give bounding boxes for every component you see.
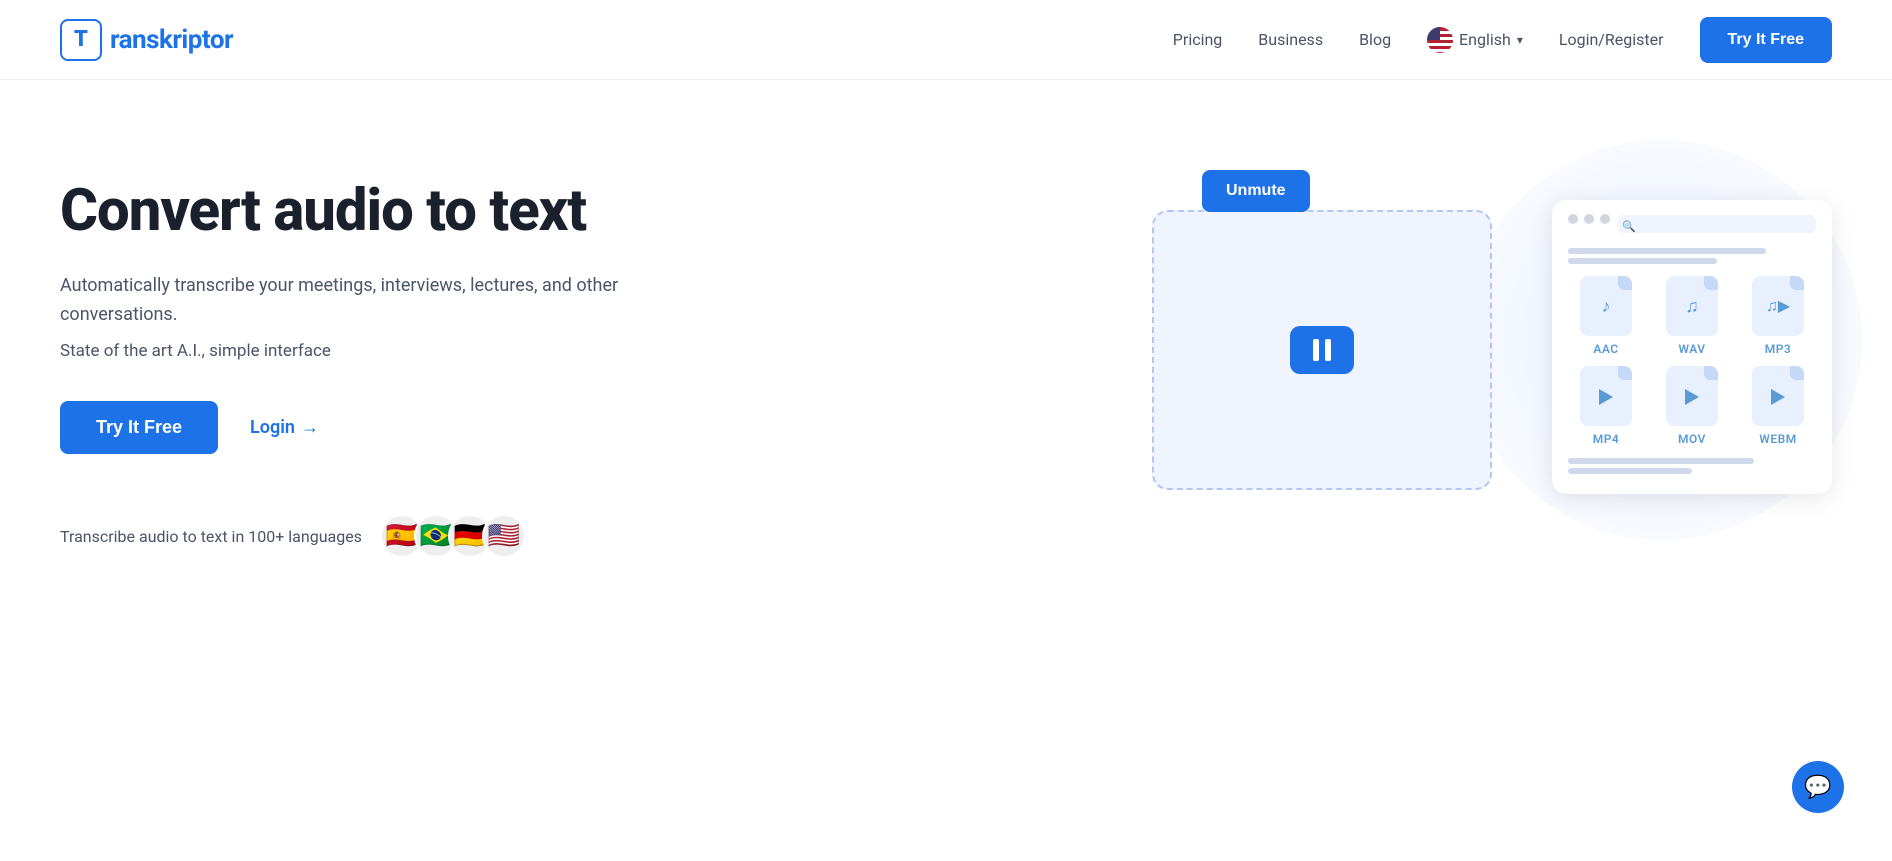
nav-links: Pricing Business Blog English ▾ Login/Re… (1173, 17, 1832, 63)
hero-title: Convert audio to text (60, 180, 680, 244)
nav-login-register[interactable]: Login/Register (1559, 30, 1664, 49)
nav-business[interactable]: Business (1258, 30, 1323, 49)
hero-section: Convert audio to text Automatically tran… (0, 80, 1892, 640)
flag-us-icon (1427, 27, 1453, 53)
hero-illustration: Unmute 🔍 (1152, 160, 1832, 580)
hero-languages: Transcribe audio to text in 100+ languag… (60, 514, 680, 558)
pause-bar-right (1325, 339, 1331, 361)
hero-content-left: Convert audio to text Automatically tran… (60, 160, 680, 558)
file-wav: ♫ WAV (1654, 276, 1730, 356)
unmute-button[interactable]: Unmute (1202, 170, 1310, 212)
language-selector[interactable]: English ▾ (1427, 27, 1523, 53)
file-icon-mp3: ♫▶ (1752, 276, 1804, 336)
file-webm: WEBM (1740, 366, 1816, 446)
logo-icon: T (60, 19, 102, 61)
file-icon-aac: ♪ (1580, 276, 1632, 336)
file-mp3: ♫▶ MP3 (1740, 276, 1816, 356)
file-icon-mov (1666, 366, 1718, 426)
dot-2 (1584, 214, 1594, 224)
file-aac: ♪ AAC (1568, 276, 1644, 356)
chat-bubble-button[interactable]: 💬 (1792, 761, 1844, 813)
audio-note-icon-3: ♫▶ (1766, 296, 1790, 316)
flags-group: 🇪🇸 🇧🇷 🇩🇪 🇺🇸 (380, 514, 526, 558)
nav-blog[interactable]: Blog (1359, 30, 1391, 49)
chevron-down-icon: ▾ (1517, 33, 1523, 47)
languages-text: Transcribe audio to text in 100+ languag… (60, 527, 362, 546)
file-label-webm: WEBM (1759, 432, 1796, 446)
chat-icon: 💬 (1804, 775, 1831, 800)
browser-top-bar: 🔍 (1568, 214, 1816, 234)
file-icon-mp4 (1580, 366, 1632, 426)
audio-note-icon-2: ♫ (1685, 296, 1699, 317)
nav-pricing[interactable]: Pricing (1173, 30, 1223, 49)
file-label-mov: MOV (1678, 432, 1706, 446)
browser-address-bar: 🔍 (1618, 215, 1816, 233)
hero-try-free-button[interactable]: Try It Free (60, 401, 218, 454)
file-mov: MOV (1654, 366, 1730, 446)
play-icon-mov (1685, 389, 1699, 405)
pause-bar-left (1313, 339, 1319, 361)
logo-text: ranskriptor (110, 25, 233, 55)
pause-button[interactable] (1290, 326, 1354, 374)
file-label-mp3: MP3 (1765, 342, 1792, 356)
files-grid: ♪ AAC ♫ WAV ♫▶ MP3 (1568, 276, 1816, 446)
arrow-icon: → (301, 417, 319, 438)
search-icon: 🔍 (1622, 220, 1636, 233)
file-label-mp4: MP4 (1593, 432, 1620, 446)
file-label-wav: WAV (1678, 342, 1705, 356)
play-icon-webm (1771, 389, 1785, 405)
text-line-2 (1568, 258, 1717, 264)
text-line-4 (1568, 468, 1692, 474)
text-line-3 (1568, 458, 1754, 464)
file-icon-wav: ♫ (1666, 276, 1718, 336)
hero-login-link[interactable]: Login → (250, 417, 319, 438)
files-card: 🔍 ♪ AAC ♫ (1552, 200, 1832, 494)
text-lines-bottom (1568, 458, 1816, 474)
dot-1 (1568, 214, 1578, 224)
browser-dots (1568, 214, 1610, 224)
pause-icon (1313, 339, 1331, 361)
file-mp4: MP4 (1568, 366, 1644, 446)
text-line-1 (1568, 248, 1766, 254)
hero-buttons: Try It Free Login → (60, 401, 680, 454)
hero-subtitle: Automatically transcribe your meetings, … (60, 272, 680, 330)
flag-us: 🇺🇸 (482, 514, 526, 558)
logo-link[interactable]: T ranskriptor (60, 19, 233, 61)
nav-try-free-button[interactable]: Try It Free (1700, 17, 1832, 63)
dot-3 (1600, 214, 1610, 224)
file-icon-webm (1752, 366, 1804, 426)
play-icon-mp4 (1599, 389, 1613, 405)
text-lines-area (1568, 248, 1816, 264)
login-text: Login (250, 417, 295, 438)
player-card (1152, 210, 1492, 490)
audio-note-icon: ♪ (1602, 296, 1611, 317)
file-label-aac: AAC (1593, 342, 1618, 356)
navbar: T ranskriptor Pricing Business Blog Engl… (0, 0, 1892, 80)
language-label: English (1459, 30, 1511, 49)
hero-subtext: State of the art A.I., simple interface (60, 341, 680, 361)
